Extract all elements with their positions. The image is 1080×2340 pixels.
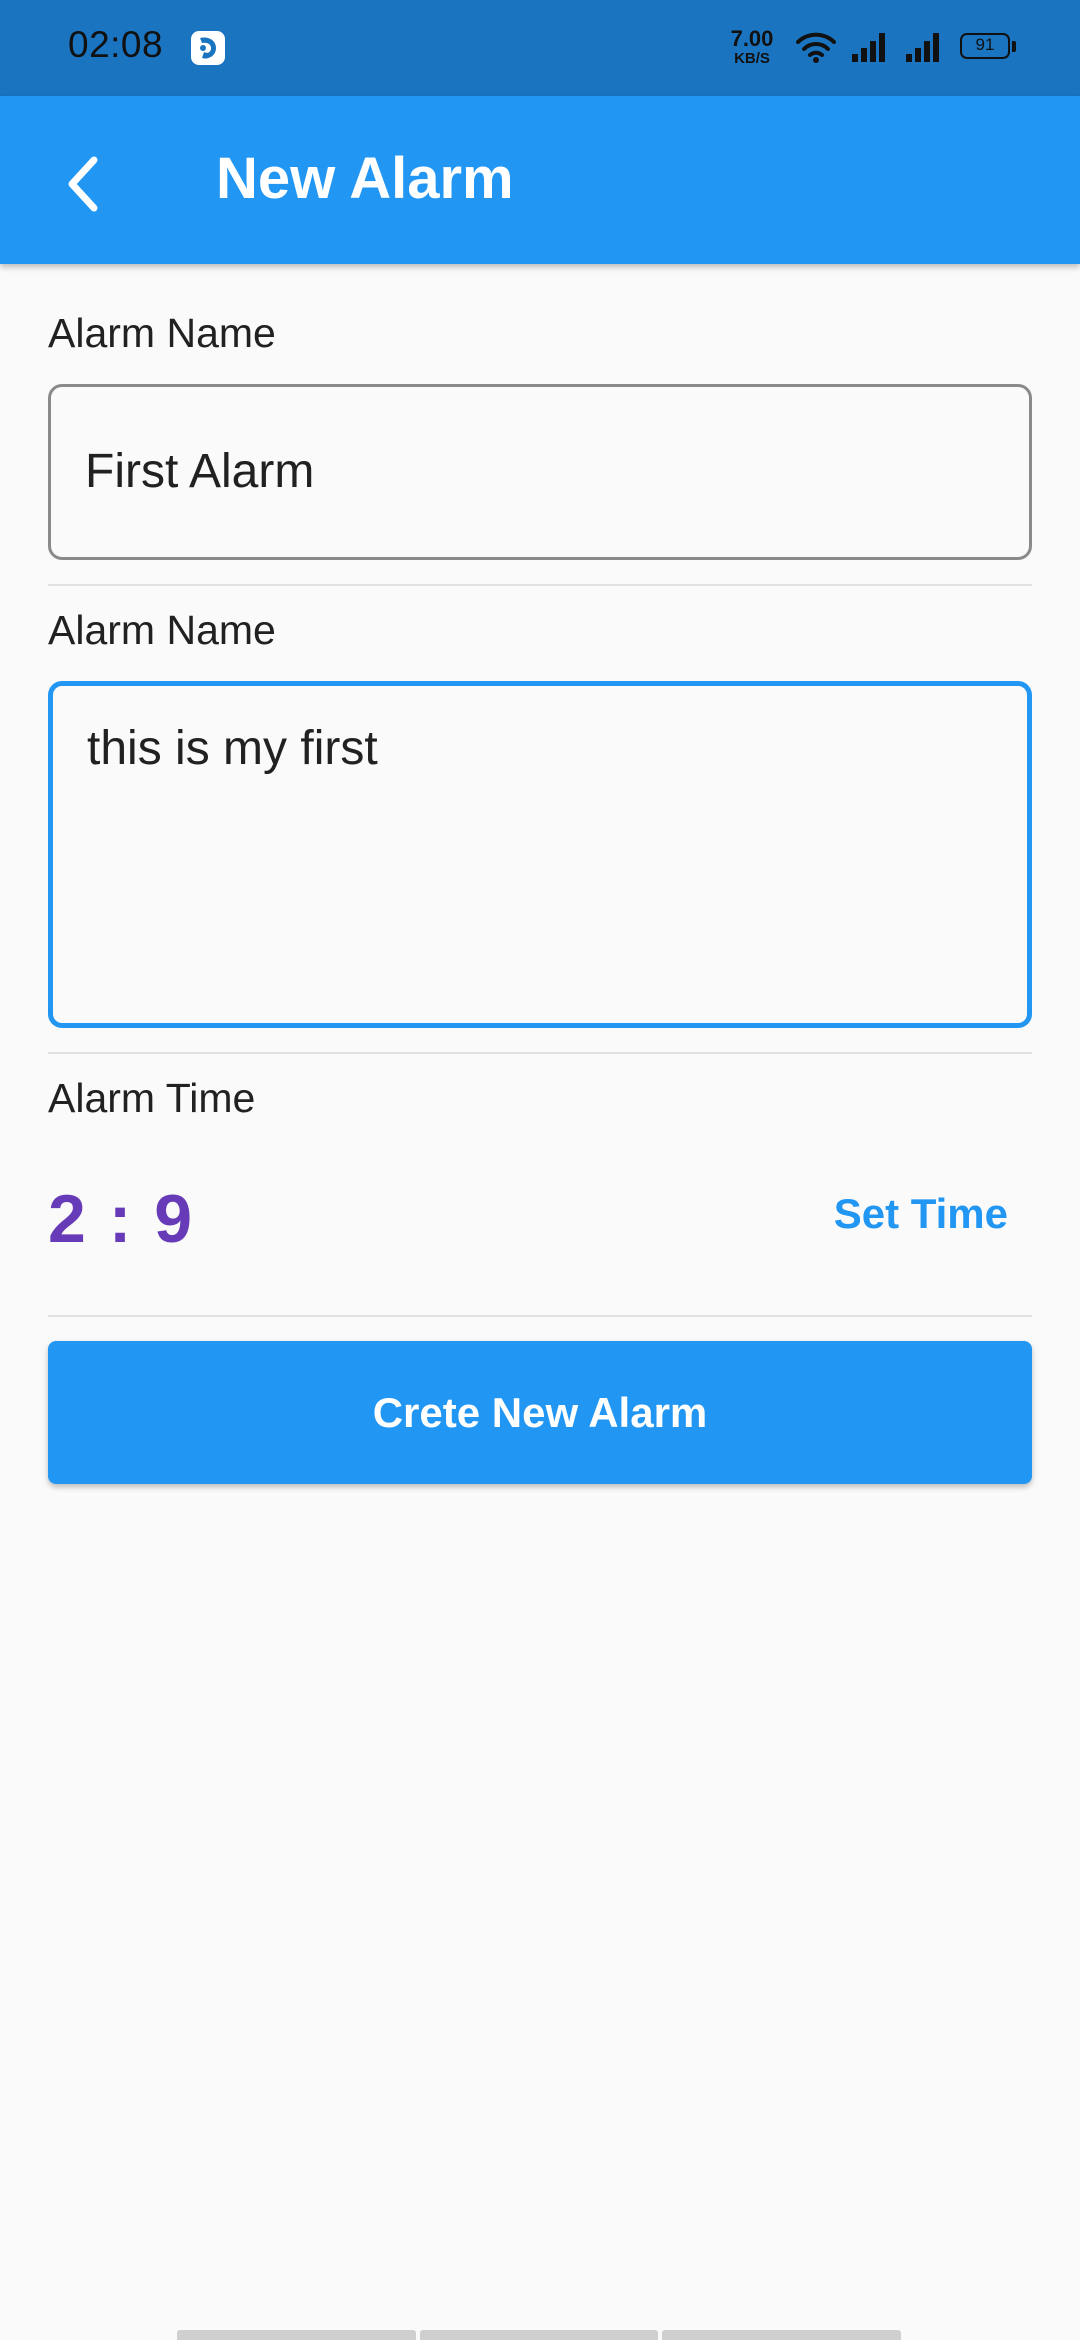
- page-title: New Alarm: [216, 146, 514, 211]
- alarm-time-label: Alarm Time: [48, 1075, 256, 1121]
- chevron-left-icon: [68, 156, 98, 212]
- network-speed-value: 7.00: [730, 26, 774, 51]
- app-bar: New Alarm: [0, 96, 1080, 264]
- divider: [48, 1315, 1032, 1317]
- battery-level: 91: [975, 35, 995, 54]
- divider: [48, 584, 1032, 586]
- gesture-bar: [177, 2330, 902, 2340]
- app-notification-icon: [191, 31, 225, 65]
- network-speed: 7.00 KB/S: [722, 26, 782, 67]
- back-button[interactable]: [36, 136, 132, 232]
- alarm-time-value: 2 : 9: [48, 1181, 195, 1257]
- signal-icon: [852, 33, 885, 62]
- signal-icon: [906, 33, 939, 62]
- network-speed-unit: KB/S: [734, 50, 770, 67]
- alarm-description-input[interactable]: this is my first: [48, 681, 1032, 1028]
- status-time: 02:08: [68, 24, 164, 65]
- wifi-icon: [796, 32, 836, 63]
- gesture-segment: [419, 2330, 659, 2340]
- gesture-segment: [662, 2330, 902, 2340]
- set-time-button[interactable]: Set Time: [834, 1190, 1008, 1238]
- create-alarm-button[interactable]: Crete New Alarm: [48, 1341, 1032, 1484]
- status-bar: 02:08 7.00 KB/S 91: [0, 0, 1080, 96]
- status-icons: 7.00 KB/S 91: [660, 0, 1080, 96]
- alarm-name-label: Alarm Name: [48, 310, 276, 356]
- battery-icon: 91: [960, 33, 1016, 61]
- divider: [48, 1052, 1032, 1054]
- alarm-description-label: Alarm Name: [48, 607, 276, 653]
- alarm-name-input[interactable]: First Alarm: [48, 384, 1032, 560]
- gesture-segment: [177, 2330, 416, 2340]
